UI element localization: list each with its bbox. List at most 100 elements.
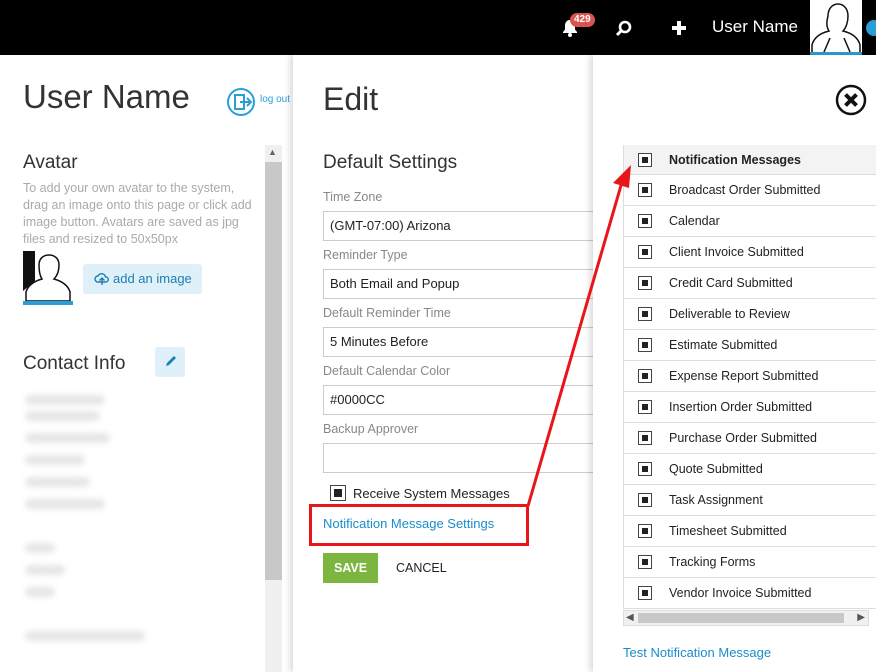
time-zone-label: Time Zone <box>323 190 383 204</box>
notification-item-label: Deliverable to Review <box>669 307 790 321</box>
notification-count-badge[interactable]: 429 <box>570 13 595 27</box>
search-icon[interactable] <box>614 18 634 38</box>
notification-item-row[interactable]: Credit Card Submitted <box>624 268 876 299</box>
notification-item-label: Broadcast Order Submitted <box>669 183 821 197</box>
notification-checkbox[interactable] <box>638 493 652 507</box>
close-icon[interactable] <box>835 84 867 116</box>
horizontal-scrollbar[interactable]: ◀ ▶ <box>623 610 869 626</box>
user-profile-panel: User Name log out Avatar To add your own… <box>0 55 293 672</box>
backup-approver-select[interactable] <box>323 443 603 473</box>
pencil-icon <box>166 356 176 366</box>
notification-checkbox[interactable] <box>638 586 652 600</box>
default-calendar-color-label: Default Calendar Color <box>323 364 451 378</box>
notification-checkbox[interactable] <box>638 183 652 197</box>
edit-panel: Edit Default Settings Time Zone (GMT-07:… <box>293 55 603 672</box>
logout-icon[interactable] <box>226 87 256 117</box>
notification-item-label: Credit Card Submitted <box>669 276 793 290</box>
cancel-button[interactable]: CANCEL <box>396 561 447 575</box>
redacted-contact-line <box>25 587 55 597</box>
notification-checkbox[interactable] <box>638 555 652 569</box>
default-settings-heading: Default Settings <box>323 152 458 173</box>
receive-system-messages-label: Receive System Messages <box>353 486 510 501</box>
notification-item-row[interactable]: Purchase Order Submitted <box>624 423 876 454</box>
notification-item-row[interactable]: Deliverable to Review <box>624 299 876 330</box>
notification-item-label: Insertion Order Submitted <box>669 400 813 414</box>
redacted-contact-line <box>25 565 65 575</box>
default-reminder-time-label: Default Reminder Time <box>323 306 451 320</box>
plus-icon[interactable] <box>669 18 689 38</box>
notification-item-row[interactable]: Timesheet Submitted <box>624 516 876 547</box>
notification-checkbox[interactable] <box>638 245 652 259</box>
redacted-contact-line <box>25 433 110 443</box>
user-avatar[interactable] <box>810 0 862 55</box>
notification-item-label: Vendor Invoice Submitted <box>669 586 812 600</box>
redacted-contact-line <box>25 477 90 487</box>
reminder-type-label: Reminder Type <box>323 248 408 262</box>
notification-item-row[interactable]: Task Assignment <box>624 485 876 516</box>
notification-checkbox[interactable] <box>638 431 652 445</box>
notification-item-label: Expense Report Submitted <box>669 369 819 383</box>
notification-item-row[interactable]: Vendor Invoice Submitted <box>624 578 876 609</box>
notification-item-row[interactable]: Estimate Submitted <box>624 330 876 361</box>
horizontal-scroll-thumb[interactable] <box>638 613 844 623</box>
notification-item-label: Calendar <box>669 214 720 228</box>
notification-item-label: Client Invoice Submitted <box>669 245 804 259</box>
notification-messages-header: Notification Messages <box>669 153 801 167</box>
notification-checkbox[interactable] <box>638 214 652 228</box>
notification-item-label: Quote Submitted <box>669 462 763 476</box>
notification-checkbox[interactable] <box>638 400 652 414</box>
notification-checkbox[interactable] <box>638 307 652 321</box>
notification-item-label: Task Assignment <box>669 493 763 507</box>
scroll-up-arrow-icon[interactable]: ▲ <box>268 147 277 157</box>
test-notification-message-link[interactable]: Test Notification Message <box>623 645 771 660</box>
scroll-left-arrow-icon[interactable]: ◀ <box>626 611 634 625</box>
time-zone-select[interactable]: (GMT-07:00) Arizona <box>323 211 603 241</box>
notification-messages-list: Notification Messages Broadcast Order Su… <box>623 145 876 609</box>
notification-checkbox[interactable] <box>638 462 652 476</box>
notification-item-row[interactable]: Quote Submitted <box>624 454 876 485</box>
edit-panel-title: Edit <box>323 81 379 117</box>
avatar-thumbnail <box>23 251 73 305</box>
user-name-label[interactable]: User Name <box>712 17 798 37</box>
notification-checkbox[interactable] <box>638 338 652 352</box>
notification-messages-header-row[interactable]: Notification Messages <box>624 145 876 175</box>
redacted-contact-line <box>25 455 85 465</box>
notification-checkbox[interactable] <box>638 276 652 290</box>
default-reminder-time-select[interactable]: 5 Minutes Before <box>323 327 603 357</box>
notification-item-row[interactable]: Client Invoice Submitted <box>624 237 876 268</box>
notification-item-label: Timesheet Submitted <box>669 524 787 538</box>
redacted-contact-line <box>25 411 100 421</box>
logout-link[interactable]: log out <box>260 94 290 105</box>
backup-approver-label: Backup Approver <box>323 422 419 436</box>
notification-item-row[interactable]: Tracking Forms <box>624 547 876 578</box>
avatar-heading: Avatar <box>23 152 78 173</box>
contact-info-heading: Contact Info <box>23 353 126 374</box>
notification-item-row[interactable]: Calendar <box>624 206 876 237</box>
avatar-silhouette-icon <box>811 3 861 55</box>
notification-item-label: Estimate Submitted <box>669 338 778 352</box>
save-button[interactable]: SAVE <box>323 553 378 583</box>
top-navigation-bar: 429 User Name <box>0 0 876 55</box>
notification-checkbox[interactable] <box>638 369 652 383</box>
redacted-contact-line <box>25 543 55 553</box>
default-calendar-color-input[interactable]: #0000CC <box>323 385 603 415</box>
edit-contact-button[interactable] <box>155 347 185 377</box>
avatar-help-text: To add your own avatar to the system, dr… <box>23 181 252 246</box>
notification-checkbox[interactable] <box>638 524 652 538</box>
avatar-silhouette-icon <box>23 251 73 301</box>
receive-system-messages-checkbox[interactable] <box>330 485 346 501</box>
left-panel-scroll-thumb[interactable] <box>265 162 282 580</box>
notification-item-label: Tracking Forms <box>669 555 756 569</box>
notification-item-row[interactable]: Broadcast Order Submitted <box>624 175 876 206</box>
reminder-type-select[interactable]: Both Email and Popup <box>323 269 603 299</box>
status-dot <box>866 20 876 36</box>
notification-message-settings-link[interactable]: Notification Message Settings <box>323 516 494 531</box>
notification-messages-panel: Notification Messages Broadcast Order Su… <box>593 55 876 672</box>
notification-item-label: Purchase Order Submitted <box>669 431 817 445</box>
redacted-contact-line <box>25 631 145 641</box>
page-title: User Name <box>23 78 190 115</box>
notification-item-row[interactable]: Expense Report Submitted <box>624 361 876 392</box>
scroll-right-arrow-icon[interactable]: ▶ <box>857 611 865 625</box>
notification-item-row[interactable]: Insertion Order Submitted <box>624 392 876 423</box>
select-all-checkbox[interactable] <box>638 153 652 167</box>
